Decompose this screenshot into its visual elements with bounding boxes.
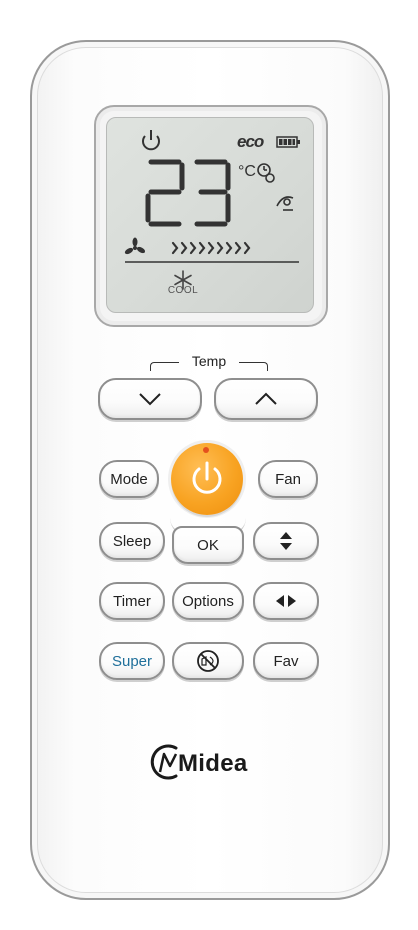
timer-button[interactable]: Timer xyxy=(99,582,165,620)
timer-icon xyxy=(257,163,275,183)
temp-label: Temp xyxy=(191,353,227,369)
lcd-frame: eco °C COOL xyxy=(94,105,328,327)
no-sound-icon xyxy=(197,650,219,672)
eco-indicator: eco xyxy=(237,132,264,151)
ok-label: OK xyxy=(197,536,219,554)
vertical-swing-button[interactable] xyxy=(253,522,319,560)
mode-button[interactable]: Mode xyxy=(99,460,159,498)
leftright-arrows-icon xyxy=(276,595,296,607)
fan-icon xyxy=(124,237,146,255)
super-button[interactable]: Super xyxy=(99,642,165,680)
silent-button[interactable] xyxy=(172,642,244,680)
timer-label: Timer xyxy=(113,592,151,610)
fan-label: Fan xyxy=(275,470,301,488)
sleep-label: Sleep xyxy=(112,532,152,550)
fav-label: Fav xyxy=(273,652,299,670)
temp-down-button[interactable] xyxy=(98,378,202,420)
horizontal-swing-button[interactable] xyxy=(253,582,319,620)
sensor-icon xyxy=(276,196,294,211)
lcd-display: eco °C COOL xyxy=(106,117,314,313)
super-label: Super xyxy=(111,652,153,670)
sleep-button[interactable]: Sleep xyxy=(99,522,165,560)
chevron-down-icon xyxy=(139,393,161,406)
options-label: Options xyxy=(182,592,234,610)
fav-button[interactable]: Fav xyxy=(253,642,319,680)
brand-name: Midea xyxy=(178,750,248,777)
temp-group-label: Temp xyxy=(150,352,268,372)
brand-logo: Midea xyxy=(146,738,276,784)
temp-up-button[interactable] xyxy=(214,378,318,420)
updown-arrows-icon xyxy=(280,532,292,550)
mode-label: COOL xyxy=(167,285,199,296)
power-indicator-dot xyxy=(203,447,209,453)
ok-button[interactable]: OK xyxy=(172,526,244,564)
fan-button[interactable]: Fan xyxy=(258,460,318,498)
battery-icon xyxy=(276,136,300,148)
mode-label: Mode xyxy=(110,470,148,488)
options-button[interactable]: Options xyxy=(172,582,244,620)
fan-level-indicator xyxy=(171,241,251,255)
temperature-digits xyxy=(145,159,231,227)
lcd-power-icon xyxy=(142,130,160,151)
power-button[interactable] xyxy=(171,443,243,515)
temperature-unit: °C xyxy=(238,163,256,180)
chevron-up-icon xyxy=(255,392,277,405)
power-icon xyxy=(192,461,222,494)
